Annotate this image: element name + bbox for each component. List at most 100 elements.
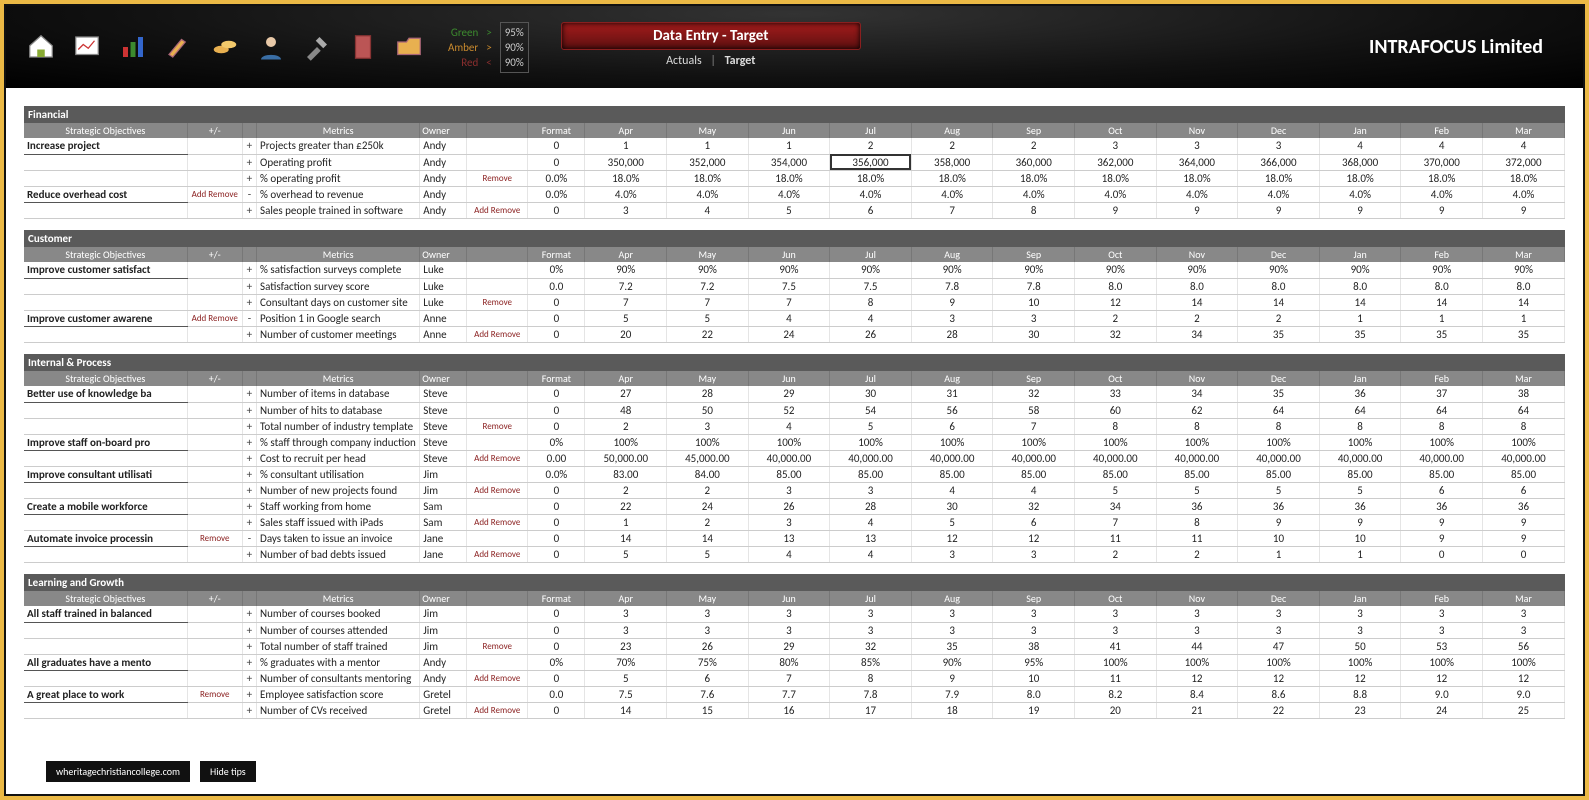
value-cell[interactable]: 9 — [1482, 514, 1564, 530]
value-cell[interactable]: 45,000.00 — [667, 450, 749, 466]
value-cell[interactable]: 11 — [1156, 530, 1238, 546]
value-cell[interactable]: 7.2 — [667, 278, 749, 294]
value-cell[interactable]: 80% — [748, 654, 830, 670]
value-cell[interactable]: 19 — [993, 702, 1075, 718]
value-cell[interactable]: 35 — [1319, 326, 1401, 342]
value-cell[interactable]: 85.00 — [1075, 466, 1157, 482]
value-cell[interactable]: 4.0% — [830, 186, 912, 202]
value-cell[interactable]: 40,000.00 — [1482, 450, 1564, 466]
value-cell[interactable]: 18.0% — [1238, 170, 1320, 186]
metric-add-remove[interactable]: Add Remove — [467, 546, 528, 562]
value-cell[interactable]: 15 — [667, 702, 749, 718]
value-cell[interactable]: 18.0% — [1319, 170, 1401, 186]
value-cell[interactable]: 18.0% — [748, 170, 830, 186]
value-cell[interactable]: 14 — [1401, 294, 1483, 310]
value-cell[interactable]: 364,000 — [1156, 154, 1238, 170]
value-cell[interactable]: 100% — [1156, 654, 1238, 670]
value-cell[interactable]: 36 — [1238, 498, 1320, 514]
value-cell[interactable]: 4 — [1319, 138, 1401, 154]
value-cell[interactable]: 22 — [1238, 702, 1320, 718]
value-cell[interactable]: 14 — [1482, 294, 1564, 310]
metric-add-remove[interactable]: Add Remove — [467, 670, 528, 686]
value-cell[interactable]: 4 — [667, 202, 749, 218]
plus-minus[interactable]: + — [242, 202, 256, 218]
value-cell[interactable]: 3 — [830, 622, 912, 638]
value-cell[interactable]: 5 — [585, 670, 667, 686]
value-cell[interactable]: 7.8 — [830, 686, 912, 702]
value-cell[interactable]: 64 — [1319, 402, 1401, 418]
value-cell[interactable]: 11 — [1075, 530, 1157, 546]
table-row[interactable]: +Number of new projects foundJimAdd Remo… — [24, 482, 1565, 498]
value-cell[interactable]: 85% — [830, 654, 912, 670]
value-cell[interactable]: 4 — [748, 418, 830, 434]
plus-minus[interactable]: - — [242, 186, 256, 202]
value-cell[interactable]: 3 — [585, 622, 667, 638]
table-row[interactable]: +Total number of industry templateSteveR… — [24, 418, 1565, 434]
metric-add-remove[interactable]: Add Remove — [467, 482, 528, 498]
value-cell[interactable]: 35 — [1482, 326, 1564, 342]
value-cell[interactable]: 32 — [993, 498, 1075, 514]
value-cell[interactable]: 8.0 — [993, 686, 1075, 702]
table-row[interactable]: +Number of customer meetingsAnneAdd Remo… — [24, 326, 1565, 342]
value-cell[interactable]: 47 — [1238, 638, 1320, 654]
table-row[interactable]: +Number of courses attendedJim0333333333… — [24, 622, 1565, 638]
value-cell[interactable]: 28 — [667, 386, 749, 402]
value-cell[interactable]: 40,000.00 — [1401, 450, 1483, 466]
table-row[interactable]: +Sales people trained in softwareAndyAdd… — [24, 202, 1565, 218]
value-cell[interactable]: 4 — [748, 546, 830, 562]
value-cell[interactable]: 8.8 — [1319, 686, 1401, 702]
value-cell[interactable]: 8 — [1482, 418, 1564, 434]
value-cell[interactable]: 95% — [993, 654, 1075, 670]
value-cell[interactable]: 3 — [993, 606, 1075, 622]
metric-add-remove[interactable]: Add Remove — [467, 702, 528, 718]
value-cell[interactable]: 368,000 — [1319, 154, 1401, 170]
plus-minus[interactable]: + — [242, 670, 256, 686]
value-cell[interactable]: 360,000 — [993, 154, 1075, 170]
value-cell[interactable]: 23 — [585, 638, 667, 654]
value-cell[interactable]: 4 — [830, 514, 912, 530]
value-cell[interactable]: 13 — [748, 530, 830, 546]
value-cell[interactable]: 1 — [667, 138, 749, 154]
metric-add-remove[interactable]: Remove — [467, 294, 528, 310]
table-row[interactable]: Improve customer awareneAdd Remove-Posit… — [24, 310, 1565, 326]
value-cell[interactable]: 7 — [911, 202, 993, 218]
value-cell[interactable]: 8.0 — [1156, 278, 1238, 294]
value-cell[interactable]: 85.00 — [1319, 466, 1401, 482]
table-row[interactable]: +Operating profitAndy0350,000352,000354,… — [24, 154, 1565, 170]
value-cell[interactable]: 370,000 — [1401, 154, 1483, 170]
value-cell[interactable]: 8.0 — [1075, 278, 1157, 294]
plus-minus[interactable]: + — [242, 154, 256, 170]
value-cell[interactable]: 14 — [667, 530, 749, 546]
value-cell[interactable]: 4.0% — [1319, 186, 1401, 202]
value-cell[interactable]: 40,000.00 — [748, 450, 830, 466]
value-cell[interactable]: 9 — [1319, 202, 1401, 218]
table-row[interactable]: All graduates have a mento+% graduates w… — [24, 654, 1565, 670]
value-cell[interactable]: 40,000.00 — [1238, 450, 1320, 466]
value-cell[interactable]: 1 — [748, 138, 830, 154]
value-cell[interactable]: 362,000 — [1075, 154, 1157, 170]
value-cell[interactable]: 3 — [1156, 138, 1238, 154]
value-cell[interactable]: 35 — [1238, 326, 1320, 342]
home-icon[interactable] — [22, 28, 60, 66]
value-cell[interactable]: 7 — [585, 294, 667, 310]
value-cell[interactable]: 1 — [585, 514, 667, 530]
value-cell[interactable]: 2 — [911, 138, 993, 154]
value-cell[interactable]: 28 — [911, 326, 993, 342]
value-cell[interactable]: 83.00 — [585, 466, 667, 482]
value-cell[interactable]: 8.0 — [1319, 278, 1401, 294]
value-cell[interactable]: 62 — [1156, 402, 1238, 418]
value-cell[interactable]: 26 — [667, 638, 749, 654]
plus-minus[interactable]: + — [242, 402, 256, 418]
value-cell[interactable]: 85.00 — [911, 466, 993, 482]
value-cell[interactable]: 8.2 — [1075, 686, 1157, 702]
report-icon[interactable] — [68, 28, 106, 66]
book-icon[interactable] — [344, 28, 382, 66]
plus-minus[interactable]: + — [242, 434, 256, 450]
value-cell[interactable]: 0 — [1401, 546, 1483, 562]
table-row[interactable]: +Cost to recruit per headSteveAdd Remove… — [24, 450, 1565, 466]
chart-icon[interactable] — [114, 28, 152, 66]
value-cell[interactable]: 2 — [993, 138, 1075, 154]
value-cell[interactable]: 7.2 — [585, 278, 667, 294]
value-cell[interactable]: 9 — [1401, 530, 1483, 546]
value-cell[interactable]: 2 — [585, 418, 667, 434]
